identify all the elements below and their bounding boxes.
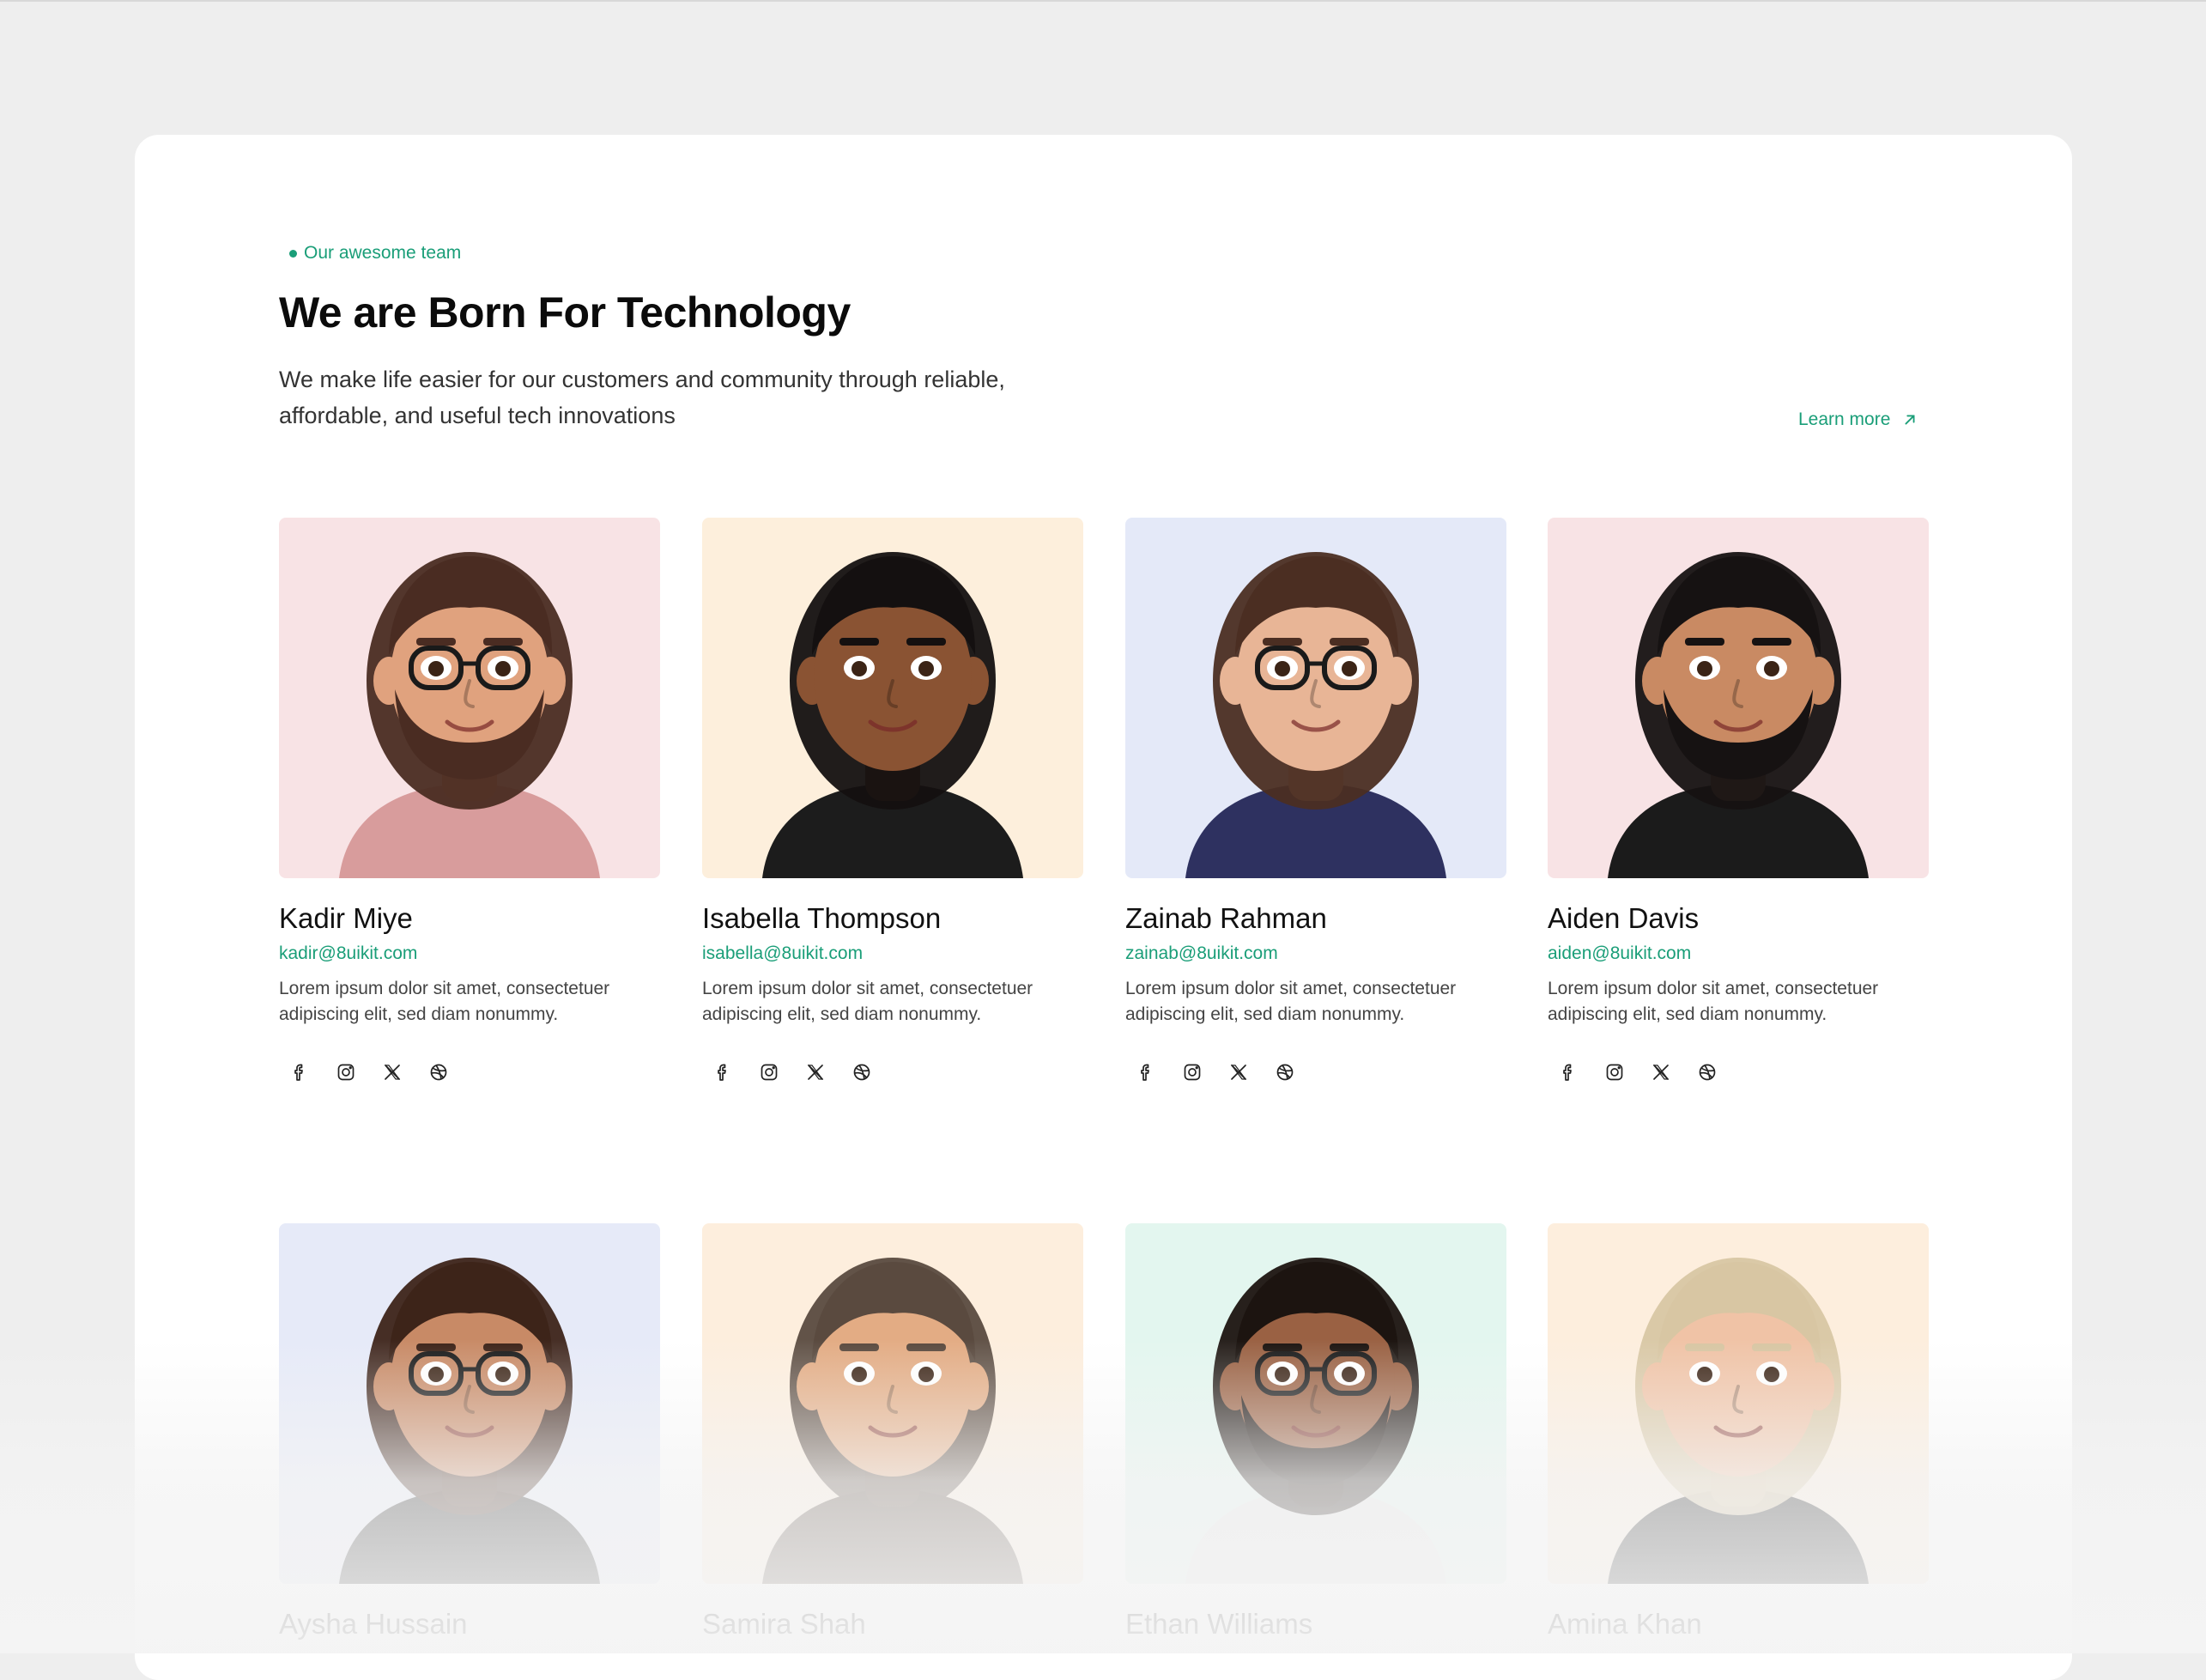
instagram-icon[interactable] [759, 1062, 779, 1083]
learn-more-label: Learn more [1798, 409, 1891, 429]
instagram-icon[interactable] [336, 1062, 356, 1083]
team-section-card: Our awesome team We are Born For Technol… [135, 135, 2072, 1680]
member-avatar [279, 1223, 660, 1584]
member-avatar [1548, 1223, 1929, 1584]
top-divider [0, 0, 2206, 2]
team-member-card: Aysha Hussain [279, 1223, 660, 1641]
team-member-card: Zainab Rahman zainab@8uikit.com Lorem ipsu… [1125, 518, 1506, 1083]
x-icon[interactable] [382, 1062, 403, 1083]
team-member-card: Kadir Miye kadir@8uikit.com Lorem ipsum do… [279, 518, 660, 1083]
eyebrow-label: Our awesome team [304, 243, 462, 263]
member-email-link[interactable]: isabella@8uikit.com [702, 943, 1083, 964]
member-email-link[interactable]: zainab@8uikit.com [1125, 943, 1506, 964]
member-email-link[interactable]: aiden@8uikit.com [1548, 943, 1929, 964]
member-name: Kadir Miye [279, 902, 413, 934]
dribbble-icon[interactable] [1275, 1062, 1295, 1083]
facebook-icon[interactable] [1136, 1062, 1156, 1083]
member-social-links [1548, 1062, 1929, 1083]
facebook-icon[interactable] [1558, 1062, 1579, 1083]
dribbble-icon[interactable] [428, 1062, 449, 1083]
member-bio: Lorem ipsum dolor sit amet, consectetuer… [1548, 979, 1879, 1024]
instagram-icon[interactable] [1604, 1062, 1625, 1083]
section-subtitle: We make life easier for our customers an… [279, 367, 1005, 428]
member-bio: Lorem ipsum dolor sit amet, consectetuer… [1125, 979, 1457, 1024]
team-member-card: Isabella Thompson isabella@8uikit.com Lore… [702, 518, 1083, 1083]
member-name: Ethan Williams [1125, 1608, 1313, 1640]
member-bio: Lorem ipsum dolor sit amet, consectetuer… [702, 979, 1033, 1024]
member-social-links [1125, 1062, 1506, 1083]
member-avatar [702, 1223, 1083, 1584]
team-member-card: Amina Khan [1548, 1223, 1929, 1641]
facebook-icon[interactable] [289, 1062, 310, 1083]
dribbble-icon[interactable] [1697, 1062, 1718, 1083]
member-name: Aysha Hussain [279, 1608, 468, 1640]
facebook-icon[interactable] [712, 1062, 733, 1083]
member-avatar [1125, 518, 1506, 878]
member-social-links [279, 1062, 660, 1083]
member-name: Samira Shah [702, 1608, 866, 1640]
learn-more-link[interactable]: Learn more [1798, 409, 1919, 430]
x-icon[interactable] [805, 1062, 826, 1083]
instagram-icon[interactable] [1182, 1062, 1203, 1083]
section-title: We are Born For Technology [279, 288, 851, 337]
member-avatar [1548, 518, 1929, 878]
member-name: Amina Khan [1548, 1608, 1702, 1640]
team-member-card: Samira Shah [702, 1223, 1083, 1641]
eyebrow-dot-icon [289, 249, 297, 258]
section-eyebrow: Our awesome team [289, 243, 461, 264]
member-name: Zainab Rahman [1125, 902, 1327, 934]
member-name: Isabella Thompson [702, 902, 942, 934]
member-email-link[interactable]: kadir@8uikit.com [279, 943, 660, 964]
arrow-up-right-icon [1905, 415, 1915, 425]
team-member-card: Ethan Williams [1125, 1223, 1506, 1641]
member-social-links [702, 1062, 1083, 1083]
x-icon[interactable] [1651, 1062, 1671, 1083]
member-bio: Lorem ipsum dolor sit amet, consectetuer… [279, 979, 610, 1024]
member-name: Aiden Davis [1548, 902, 1700, 934]
member-avatar [702, 518, 1083, 878]
member-avatar [1125, 1223, 1506, 1584]
team-member-card: Aiden Davis aiden@8uikit.com Lorem ipsum d… [1548, 518, 1929, 1083]
dribbble-icon[interactable] [851, 1062, 872, 1083]
x-icon[interactable] [1228, 1062, 1249, 1083]
member-avatar [279, 518, 660, 878]
